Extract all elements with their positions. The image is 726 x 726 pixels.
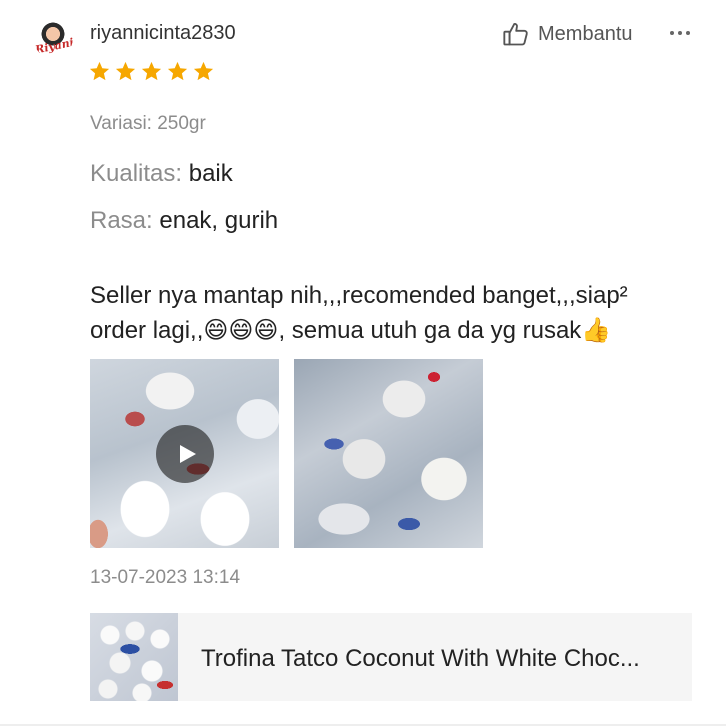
attribute-value: baik [188,160,233,187]
star-icon [193,61,214,81]
star-icon [115,61,136,81]
star-icon [141,61,162,81]
product-name: Trofina Tatco Coconut With White Choc... [201,645,640,672]
attribute-taste: Rasa: enak, gurih [90,207,278,235]
avatar-signature-logo: Riyani [34,35,73,57]
variant-label: Variasi: 250gr [90,113,206,134]
attribute-value: enak, gurih [159,207,279,234]
star-icon [89,61,110,81]
product-thumbnail [90,613,178,701]
attribute-key: Rasa: [90,207,153,234]
attribute-quality: Kualitas: baik [90,160,233,188]
star-rating [88,60,215,83]
helpful-button[interactable]: Membantu [502,20,633,48]
more-options-button[interactable] [664,18,696,48]
attribute-key: Kualitas: [90,160,183,187]
play-icon[interactable] [156,425,214,483]
thumbs-up-icon [503,23,528,46]
review-timestamp: 13-07-2023 13:14 [90,567,241,588]
reviewer-username: riyannicinta2830 [90,22,236,44]
helpful-label: Membantu [538,22,633,45]
review-image-thumbnail[interactable] [294,359,483,548]
product-card[interactable]: Trofina Tatco Coconut With White Choc... [90,613,692,701]
review-video-thumbnail[interactable] [90,359,279,548]
avatar[interactable]: Riyani [33,18,73,58]
review-text: Seller nya mantap nih,,,recomended bange… [90,282,628,344]
more-dots-icon [670,31,674,35]
star-icon [167,61,188,81]
